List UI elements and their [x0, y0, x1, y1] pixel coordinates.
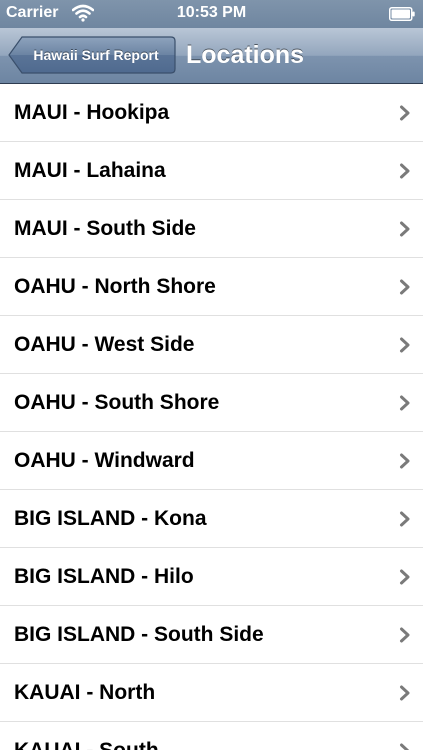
chevron-right-icon	[400, 163, 410, 179]
list-item[interactable]: KAUAI - South	[0, 722, 423, 750]
list-item-label: OAHU - West Side	[14, 333, 195, 356]
list-item[interactable]: KAUAI - North	[0, 664, 423, 722]
list-item[interactable]: BIG ISLAND - South Side	[0, 606, 423, 664]
list-item-label: BIG ISLAND - Hilo	[14, 565, 194, 588]
list-item-label: OAHU - North Shore	[14, 275, 216, 298]
list-item[interactable]: OAHU - South Shore	[0, 374, 423, 432]
list-item[interactable]: OAHU - West Side	[0, 316, 423, 374]
status-bar: Carrier 10:53 PM	[0, 0, 423, 28]
chevron-right-icon	[400, 627, 410, 643]
clock: 10:53 PM	[176, 4, 247, 21]
chevron-right-icon	[400, 337, 410, 353]
list-item[interactable]: MAUI - Lahaina	[0, 142, 423, 200]
list-item-label: KAUAI - North	[14, 681, 156, 704]
battery-icon	[389, 7, 415, 21]
back-button[interactable]: Hawaii Surf Report	[8, 36, 176, 74]
list-item[interactable]: OAHU - Windward	[0, 432, 423, 490]
list-item[interactable]: OAHU - North Shore	[0, 258, 423, 316]
list-item-label: BIG ISLAND - Kona	[14, 507, 207, 530]
chevron-right-icon	[400, 279, 410, 295]
navigation-bar: Hawaii Surf Report Locations	[0, 28, 423, 84]
chevron-right-icon	[400, 453, 410, 469]
list-item[interactable]: MAUI - Hookipa	[0, 84, 423, 142]
list-item-label: OAHU - Windward	[14, 449, 195, 472]
page-title: Locations	[186, 41, 305, 69]
list-item-label: MAUI - Hookipa	[14, 101, 170, 124]
locations-list: MAUI - Hookipa MAUI - Lahaina MAUI - Sou…	[0, 84, 423, 750]
list-item-label: MAUI - Lahaina	[14, 159, 166, 182]
chevron-right-icon	[400, 221, 410, 237]
back-button-label: Hawaii Surf Report	[33, 47, 159, 63]
list-item[interactable]: BIG ISLAND - Kona	[0, 490, 423, 548]
list-item-label: KAUAI - South	[14, 722, 159, 750]
chevron-right-icon	[400, 569, 410, 585]
list-item-label: BIG ISLAND - South Side	[14, 623, 264, 646]
chevron-right-icon	[400, 685, 410, 701]
list-item[interactable]: MAUI - South Side	[0, 200, 423, 258]
list-item-label: OAHU - South Shore	[14, 391, 220, 414]
chevron-right-icon	[400, 511, 410, 527]
list-item[interactable]: BIG ISLAND - Hilo	[0, 548, 423, 606]
list-item-label: MAUI - South Side	[14, 217, 196, 240]
chevron-right-icon	[400, 395, 410, 411]
chevron-right-icon	[400, 743, 410, 750]
chevron-right-icon	[400, 105, 410, 121]
